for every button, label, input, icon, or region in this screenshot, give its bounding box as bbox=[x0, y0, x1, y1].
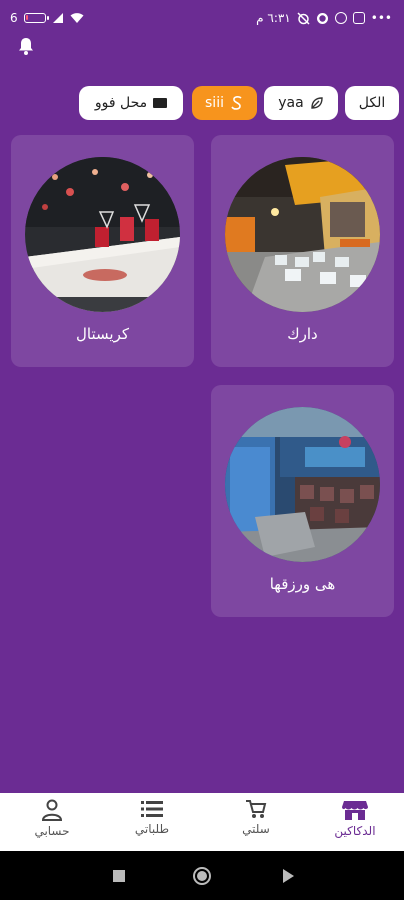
store-name: دارك bbox=[287, 325, 318, 343]
alarm-off-icon bbox=[297, 11, 310, 25]
nav-tab-stores[interactable]: الدكاكين bbox=[315, 799, 395, 847]
s-logo-icon bbox=[231, 96, 242, 110]
store-image bbox=[225, 407, 380, 562]
user-icon bbox=[42, 799, 62, 821]
nav-tab-label: طلباتي bbox=[134, 822, 170, 836]
bottom-navigation: الدكاكين سلتي طلباتي حسابي bbox=[0, 793, 404, 851]
sync-icon bbox=[334, 12, 347, 24]
nav-tab-label: حسابي bbox=[34, 824, 70, 838]
system-navigation-bar bbox=[0, 851, 404, 900]
filter-chip-label: yaa bbox=[278, 95, 304, 111]
store-card[interactable]: كريستال bbox=[11, 135, 194, 367]
filter-chip-siii[interactable]: siii bbox=[192, 86, 257, 120]
cart-icon bbox=[246, 800, 267, 818]
store-name: كريستال bbox=[76, 325, 129, 343]
home-icon[interactable] bbox=[192, 866, 212, 886]
nav-tab-cart[interactable]: سلتي bbox=[216, 799, 296, 847]
card-icon bbox=[153, 98, 168, 108]
nav-tab-label: سلتي bbox=[242, 822, 270, 836]
status-bar: 6 ٦:٣١ م ••• bbox=[0, 0, 404, 36]
filter-chip-label: محل فوو bbox=[94, 95, 148, 111]
store-card[interactable]: دارك bbox=[211, 135, 394, 367]
filter-chip-mahal-foo[interactable]: محل فوو bbox=[79, 86, 183, 120]
recents-icon[interactable] bbox=[112, 869, 126, 883]
cell-signal-icon bbox=[52, 13, 63, 23]
signal-indicator: 6 bbox=[10, 11, 18, 25]
nav-tab-account[interactable]: حسابي bbox=[12, 799, 92, 847]
whatsapp-icon bbox=[316, 12, 328, 24]
more-notifications-indicator: ••• bbox=[370, 11, 392, 25]
nav-tab-orders[interactable]: طلباتي bbox=[112, 799, 192, 847]
category-filters: الكل yaa siii محل فوو bbox=[0, 86, 404, 122]
battery-icon bbox=[23, 13, 49, 23]
time-label: ٦:٣١ م bbox=[256, 11, 291, 25]
list-icon bbox=[141, 801, 163, 817]
filter-chip-all[interactable]: الكل bbox=[345, 86, 399, 120]
filter-chip-yaa[interactable]: yaa bbox=[264, 86, 338, 120]
wifi-icon bbox=[70, 13, 84, 23]
store-icon bbox=[342, 801, 368, 820]
store-card[interactable]: هى ورزقها bbox=[211, 385, 394, 617]
filter-chip-label: الكل bbox=[358, 95, 386, 111]
app-notification-icon bbox=[352, 12, 365, 24]
back-icon[interactable] bbox=[281, 868, 295, 884]
store-image bbox=[225, 157, 380, 312]
bell-icon[interactable] bbox=[16, 36, 36, 56]
nav-tab-label: الدكاكين bbox=[334, 824, 376, 838]
store-image bbox=[25, 157, 180, 312]
store-name: هى ورزقها bbox=[269, 575, 336, 593]
filter-chip-label: siii bbox=[205, 95, 224, 111]
leaf-icon bbox=[311, 97, 323, 109]
